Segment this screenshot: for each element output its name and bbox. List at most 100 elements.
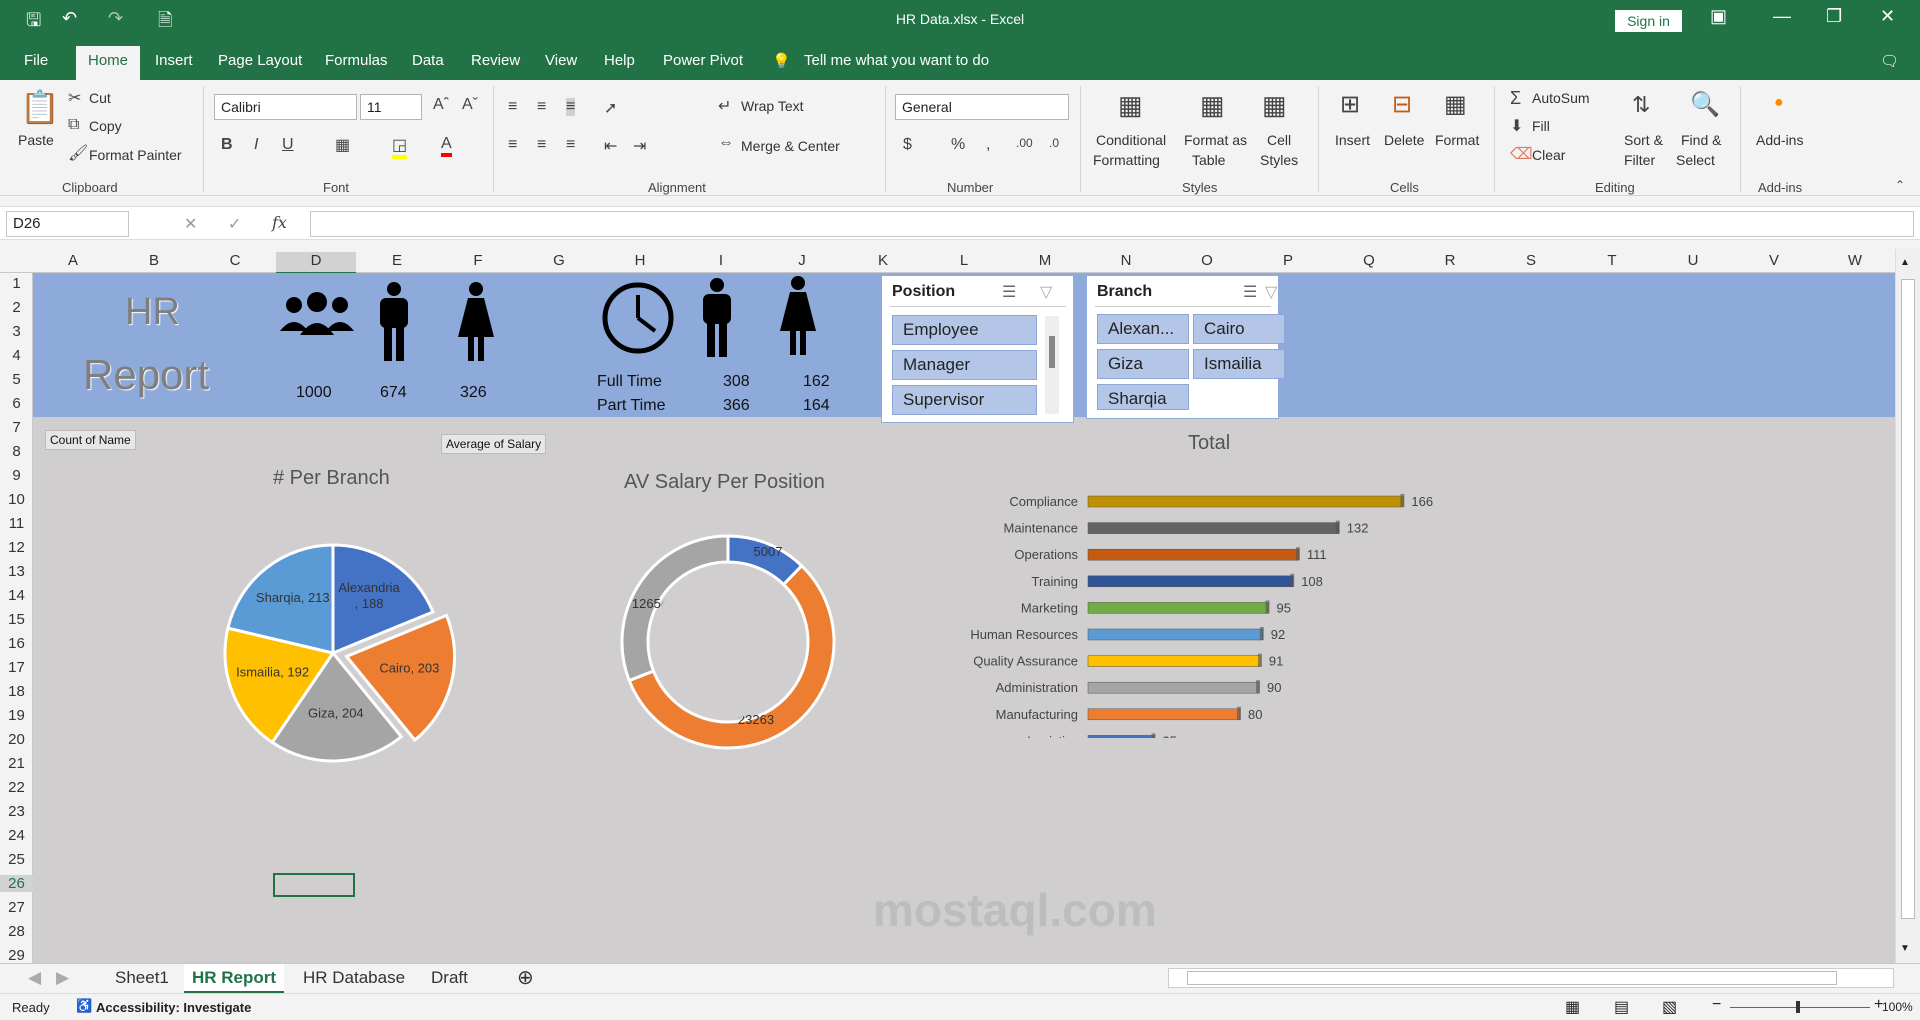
align-right-icon[interactable]: ≡ <box>566 136 575 154</box>
bar-compliance[interactable] <box>1087 495 1404 508</box>
salary-donut-chart[interactable]: 50072326312654 <box>613 527 843 757</box>
row-header-9[interactable]: 9 <box>0 467 33 484</box>
tab-power-pivot[interactable]: Power Pivot <box>663 52 743 69</box>
format-cells-button[interactable]: Format <box>1435 132 1479 148</box>
column-header-c[interactable]: C <box>195 252 275 269</box>
decrease-font-icon[interactable]: Aˇ <box>462 96 478 114</box>
cell-styles-button[interactable]: Cell <box>1267 132 1291 148</box>
italic-icon[interactable]: I <box>254 136 258 154</box>
vertical-scrollbar[interactable]: ▲ ▼ <box>1895 249 1920 963</box>
bar-logistics[interactable] <box>1087 735 1155 738</box>
cancel-formula-icon[interactable]: ✕ <box>184 214 197 234</box>
sheet-tab-draft[interactable]: Draft <box>431 968 468 988</box>
name-box[interactable]: D26 <box>6 211 129 237</box>
slicer-item-employee[interactable]: Employee <box>892 315 1037 345</box>
fill-button[interactable]: Fill <box>1532 118 1550 134</box>
bar-operations[interactable] <box>1087 548 1300 561</box>
accessibility-status[interactable]: Accessibility: Investigate <box>96 1000 251 1015</box>
row-header-12[interactable]: 12 <box>0 539 33 556</box>
addins-button[interactable]: Add-ins <box>1756 132 1803 148</box>
decrease-decimal-icon[interactable]: .0 <box>1049 136 1059 150</box>
multi-select-icon[interactable]: ☰ <box>1243 282 1257 302</box>
comment-icon[interactable]: 🗨 <box>1880 52 1899 70</box>
increase-decimal-icon[interactable]: .00 <box>1016 136 1033 150</box>
column-header-f[interactable]: F <box>438 252 518 269</box>
row-header-24[interactable]: 24 <box>0 827 33 844</box>
zoom-slider[interactable] <box>1730 1001 1870 1013</box>
column-header-j[interactable]: J <box>762 252 842 269</box>
position-slicer[interactable]: Position ☰ ▽ Employee Manager Supervisor <box>881 275 1074 423</box>
tab-view[interactable]: View <box>545 52 577 69</box>
page-layout-view-icon[interactable]: ▤ <box>1614 997 1629 1017</box>
number-format-select[interactable]: General <box>895 94 1069 120</box>
column-header-o[interactable]: O <box>1167 252 1247 269</box>
tell-me-search[interactable]: Tell me what you want to do <box>804 52 989 69</box>
orientation-icon[interactable]: ➚ <box>604 98 617 118</box>
sign-in-button[interactable]: Sign in <box>1615 10 1682 32</box>
branch-pie-chart[interactable]: Alexandria, 188Cairo, 203Giza, 204Ismail… <box>203 523 463 783</box>
branch-slicer[interactable]: Branch ☰ ▽ Alexan... Cairo Giza Ismailia… <box>1086 275 1285 419</box>
font-size-select[interactable]: 11 <box>360 94 422 120</box>
format-as-table-button[interactable]: Format as <box>1184 132 1247 148</box>
decrease-indent-icon[interactable]: ⇤ <box>604 136 617 156</box>
column-header-b[interactable]: B <box>114 252 194 269</box>
wrap-text-button[interactable]: Wrap Text <box>741 98 804 114</box>
column-header-s[interactable]: S <box>1491 252 1571 269</box>
row-header-26[interactable]: 26 <box>0 875 33 892</box>
sheet-tab-sheet1[interactable]: Sheet1 <box>115 968 169 988</box>
zoom-out-icon[interactable]: − <box>1712 996 1721 1014</box>
row-header-25[interactable]: 25 <box>0 851 33 868</box>
row-header-2[interactable]: 2 <box>0 299 33 316</box>
align-center-icon[interactable]: ≡ <box>537 136 546 154</box>
enter-formula-icon[interactable]: ✓ <box>228 214 241 234</box>
row-header-22[interactable]: 22 <box>0 779 33 796</box>
conditional-formatting-button[interactable]: Conditional <box>1096 132 1166 148</box>
scroll-left-icon[interactable]: ◀ <box>28 968 41 988</box>
row-header-29[interactable]: 29 <box>0 947 33 964</box>
slicer-item-giza[interactable]: Giza <box>1097 349 1189 379</box>
page-break-view-icon[interactable]: ▧ <box>1662 997 1677 1017</box>
row-header-21[interactable]: 21 <box>0 755 33 772</box>
insert-function-icon[interactable]: fx <box>272 213 287 232</box>
tab-data[interactable]: Data <box>412 52 444 69</box>
tab-formulas[interactable]: Formulas <box>325 52 388 69</box>
restore-icon[interactable]: ❐ <box>1826 6 1842 27</box>
slicer-item-cairo[interactable]: Cairo <box>1193 314 1285 344</box>
scroll-right-icon[interactable]: ▶ <box>56 968 69 988</box>
slicer-item-sharqia[interactable]: Sharqia <box>1097 384 1189 410</box>
insert-cells-button[interactable]: Insert <box>1335 132 1370 148</box>
row-header-13[interactable]: 13 <box>0 563 33 580</box>
tab-insert[interactable]: Insert <box>155 52 193 69</box>
slicer-item-supervisor[interactable]: Supervisor <box>892 385 1037 415</box>
row-header-5[interactable]: 5 <box>0 371 33 388</box>
sheet-tab-hr-report[interactable]: HR Report <box>184 964 285 993</box>
delete-cells-button[interactable]: Delete <box>1384 132 1424 148</box>
row-header-23[interactable]: 23 <box>0 803 33 820</box>
count-of-name-button[interactable]: Count of Name <box>45 430 136 450</box>
bar-human-resources[interactable] <box>1087 628 1264 641</box>
column-header-l[interactable]: L <box>924 252 1004 269</box>
increase-font-icon[interactable]: Aˆ <box>433 96 449 114</box>
ribbon-display-icon[interactable]: ▣ <box>1710 6 1727 27</box>
column-header-k[interactable]: K <box>843 252 923 269</box>
add-sheet-icon[interactable]: ⊕ <box>517 965 534 990</box>
merge-center-button[interactable]: Merge & Center <box>741 138 840 154</box>
column-header-t[interactable]: T <box>1572 252 1652 269</box>
cut-button[interactable]: Cut <box>89 90 111 106</box>
total-bar-chart[interactable]: Compliance 166 Maintenance 132 Operations 111… <box>913 478 1533 738</box>
slicer-item-manager[interactable]: Manager <box>892 350 1037 380</box>
font-name-select[interactable]: Calibri <box>214 94 357 120</box>
column-header-h[interactable]: H <box>600 252 680 269</box>
sort-filter-button[interactable]: Sort & <box>1624 132 1663 148</box>
selected-cell-d26[interactable] <box>273 873 355 897</box>
tab-page-layout[interactable]: Page Layout <box>218 52 302 69</box>
bar-quality-assurance[interactable] <box>1087 655 1262 667</box>
underline-icon[interactable]: U <box>282 136 294 154</box>
row-header-3[interactable]: 3 <box>0 323 33 340</box>
tab-help[interactable]: Help <box>604 52 635 69</box>
bar-maintenance[interactable] <box>1087 522 1340 534</box>
row-header-6[interactable]: 6 <box>0 395 33 412</box>
row-header-11[interactable]: 11 <box>0 515 33 532</box>
currency-icon[interactable]: $ <box>903 136 912 154</box>
increase-indent-icon[interactable]: ⇥ <box>633 136 646 156</box>
